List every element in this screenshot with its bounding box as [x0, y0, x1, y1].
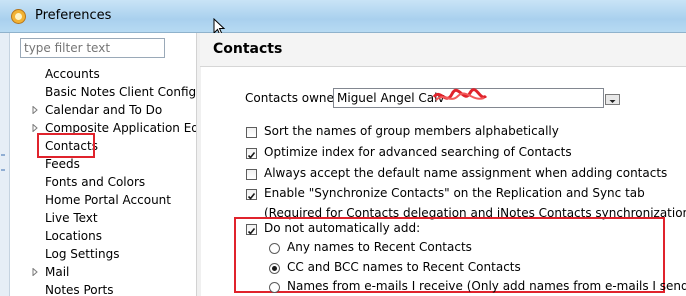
owner-dropdown-button[interactable]: [605, 94, 620, 105]
expand-arrow-icon[interactable]: [31, 124, 39, 132]
tree-item-log-settings[interactable]: Log Settings: [45, 245, 119, 263]
option-checkbox[interactable]: [246, 148, 257, 159]
tree-item-fonts-and-colors[interactable]: Fonts and Colors: [45, 173, 145, 191]
radio-label: CC and BCC names to Recent Contacts: [287, 260, 521, 274]
expand-arrow-icon[interactable]: [31, 268, 39, 276]
radio-label: Any names to Recent Contacts: [287, 240, 472, 254]
check-icon: [247, 228, 256, 235]
contacts-highlight-box: [37, 133, 95, 158]
tree-clip: AccountsBasic Notes Client ConfiguraCale…: [0, 0, 196, 296]
tree-item-notes-ports[interactable]: Notes Ports: [45, 281, 114, 296]
recent-contacts-radio[interactable]: [269, 263, 280, 274]
tree-item-live-text[interactable]: Live Text: [45, 209, 98, 227]
tree-item-calendar-and-to-do[interactable]: Calendar and To Do: [45, 101, 162, 119]
redaction-scribble: [432, 88, 488, 101]
page-header: Contacts: [200, 33, 686, 67]
radio-dot: [272, 266, 277, 271]
do-not-add-checkbox[interactable]: [246, 224, 257, 235]
option-checkbox[interactable]: [246, 169, 257, 180]
option-label: Optimize index for advanced searching of…: [264, 145, 572, 159]
check-icon: [247, 193, 256, 200]
chevron-down-icon: [609, 100, 616, 103]
expand-arrow-icon[interactable]: [31, 106, 39, 114]
tree-item-home-portal-account[interactable]: Home Portal Account: [45, 191, 171, 209]
option-checkbox[interactable]: [246, 189, 257, 200]
option-label: Sort the names of group members alphabet…: [264, 124, 559, 138]
option-label: Always accept the default name assignmen…: [264, 166, 668, 180]
recent-contacts-radio[interactable]: [269, 243, 280, 254]
tree-item-locations[interactable]: Locations: [45, 227, 102, 245]
radio-label: Names from e-mails I receive (Only add n…: [287, 279, 686, 293]
panel-divider[interactable]: [196, 33, 201, 296]
do-not-add-label: Do not automatically add:: [264, 221, 421, 235]
tree-item-basic-notes-client-configura[interactable]: Basic Notes Client Configura: [45, 83, 196, 101]
recent-contacts-radio[interactable]: [269, 282, 280, 293]
contacts-owner-label: Contacts owner:: [245, 91, 343, 105]
option-label: Enable "Synchronize Contacts" on the Rep…: [264, 186, 645, 200]
contacts-owner-value: Miguel Angel Calv: [337, 91, 445, 105]
tree-item-mail[interactable]: Mail: [45, 263, 69, 281]
option-checkbox[interactable]: [246, 127, 257, 138]
check-icon: [247, 152, 256, 159]
tree-item-accounts[interactable]: Accounts: [45, 65, 100, 83]
page-title: Contacts: [213, 41, 283, 57]
